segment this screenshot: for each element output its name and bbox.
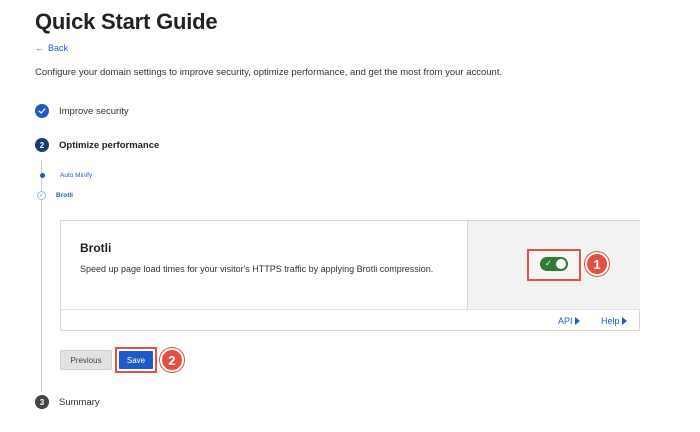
substep-label: Auto Minify [60,172,93,179]
annotation-badge-1: 1 [585,252,609,276]
substep-brotli[interactable]: ✓ Brotli [37,191,73,200]
api-link[interactable]: API [558,316,580,326]
substep-label: Brotli [56,192,73,199]
annotation-badge-2: 2 [160,348,184,372]
help-link-label: Help [601,316,620,326]
check-icon: ✓ [545,259,552,268]
help-link[interactable]: Help [601,316,627,326]
caret-right-icon [574,317,580,325]
intro-text: Configure your domain settings to improv… [35,67,503,78]
card-footer [61,309,639,331]
previous-button[interactable]: Previous [60,350,112,370]
back-arrow-icon: ← [35,43,44,53]
back-label: Back [48,43,69,53]
back-link[interactable]: ← Back [35,43,68,53]
step-optimize-performance[interactable]: 2 Optimize performance [35,138,159,152]
save-button[interactable]: Save [119,351,153,369]
card-description: Speed up page load times for your visito… [80,264,434,274]
caret-right-icon [621,317,627,325]
brotli-toggle[interactable]: ✓ [540,257,568,271]
card-content: Brotli Speed up page load times for your… [61,221,467,309]
step-number: 2 [35,138,49,152]
substep-dot-icon [40,173,45,178]
step-label: Summary [59,396,100,408]
card-title: Brotli [80,241,112,255]
substep-auto-minify[interactable]: Auto Minify [38,172,92,179]
step-number: 3 [35,395,49,409]
step-label: Optimize performance [59,139,160,151]
api-link-label: API [558,316,573,326]
substep-pending-icon: ✓ [37,191,46,200]
page-title: Quick Start Guide [35,9,218,34]
step-label: Improve security [59,105,129,117]
step-summary[interactable]: 3 Summary [35,395,100,409]
check-icon [35,104,49,118]
step-improve-security[interactable]: Improve security [35,104,129,118]
toggle-knob [556,259,566,269]
